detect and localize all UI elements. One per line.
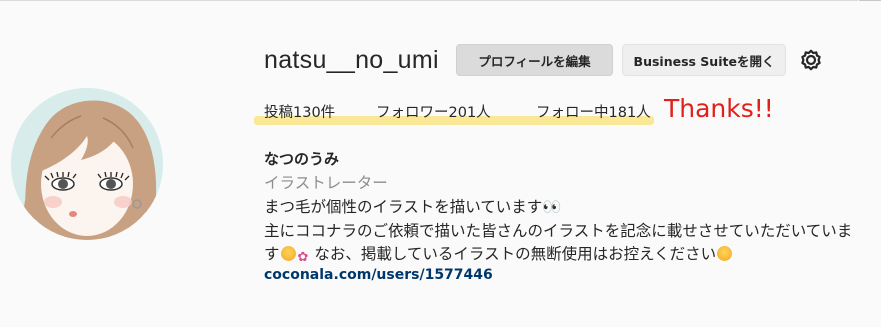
gear-icon[interactable] bbox=[798, 47, 824, 73]
avatar-illustration bbox=[11, 88, 163, 240]
smiling-face-icon bbox=[280, 246, 296, 261]
avatar[interactable] bbox=[11, 88, 163, 240]
smile-icon bbox=[717, 246, 733, 261]
bio-line-3-text: なお、掲載しているイラストの無断使用はお控えください bbox=[314, 245, 717, 263]
posts-count[interactable]: 投稿130件 bbox=[264, 101, 335, 122]
edit-profile-button[interactable]: プロフィールを編集 bbox=[456, 44, 613, 76]
bio-line-1: まつ毛が個性のイラストを描いています👀 bbox=[264, 198, 562, 216]
profile-website-link[interactable]: coconala.com/users/1577446 bbox=[264, 267, 493, 283]
top-divider bbox=[0, 0, 881, 4]
corner-mark bbox=[859, 0, 881, 4]
thanks-annotation: Thanks!! bbox=[664, 94, 774, 123]
bio-line-3-start: す bbox=[264, 245, 280, 263]
open-business-suite-button[interactable]: Business Suiteを開く bbox=[622, 44, 786, 76]
bio-line-2: 主にココナラのご依頼で描いた皆さんのイラストを記念に載せさせていただいていま bbox=[264, 222, 853, 240]
username: natsu__no_umi bbox=[264, 46, 439, 74]
full-name: なつのうみ bbox=[264, 150, 340, 168]
followers-count[interactable]: フォロワー201人 bbox=[376, 101, 491, 122]
profile-category: イラストレーター bbox=[264, 174, 388, 192]
bio-line-3: す ✿ なお、掲載しているイラストの無断使用はお控えください bbox=[264, 242, 733, 265]
following-count[interactable]: フォロー中181人 bbox=[536, 101, 651, 122]
bouquet-icon: ✿ bbox=[297, 250, 309, 265]
